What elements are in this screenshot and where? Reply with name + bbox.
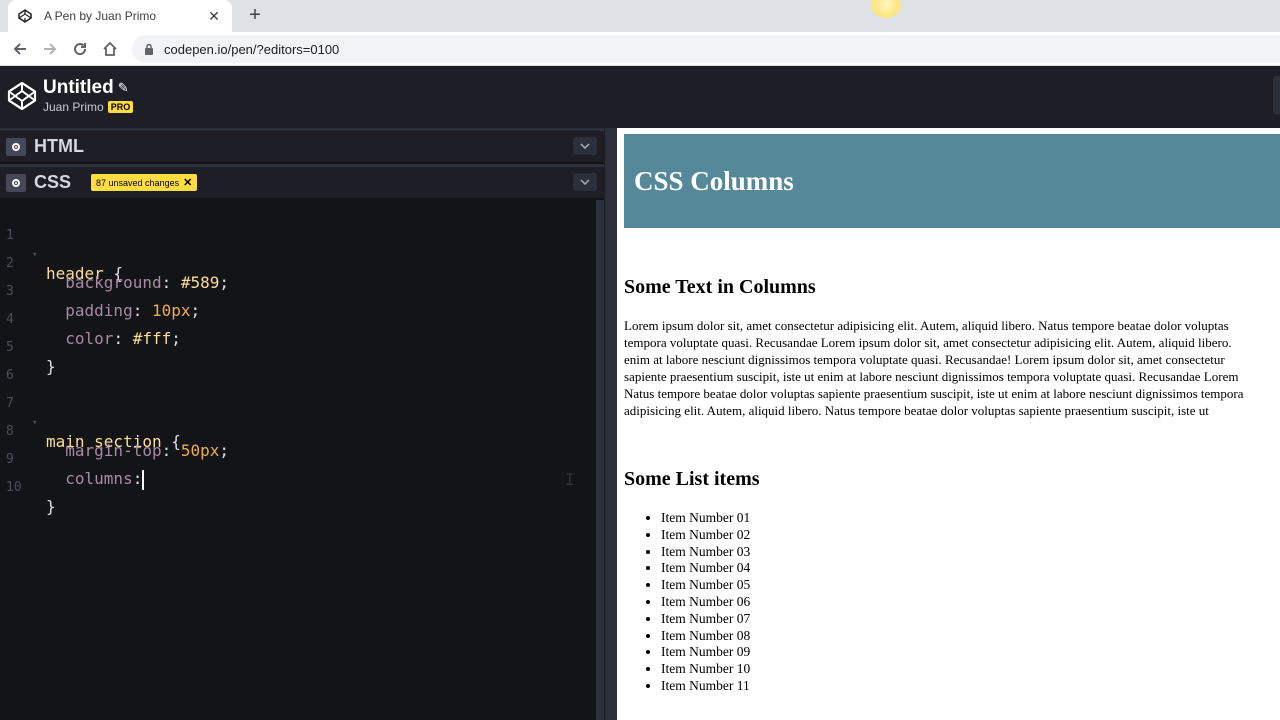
back-button[interactable] [10, 39, 30, 59]
list-item: Item Number 10 [661, 661, 750, 678]
css-editor-header[interactable]: CSS 87 unsaved changes ✕ [0, 164, 604, 198]
gear-icon[interactable] [6, 137, 26, 156]
browser-tab[interactable]: A Pen by Juan Primo ✕ [8, 0, 232, 32]
code-line: 2 background: #589; [0, 231, 596, 292]
home-icon [103, 41, 117, 56]
list-item: Item Number 07 [661, 611, 750, 628]
code-line: 8 margin-top: 50px; [0, 399, 596, 460]
lock-icon [144, 43, 154, 55]
browser-toolbar: codepen.io/pen/?editors=0100 [0, 32, 1280, 66]
html-editor-label: HTML [34, 136, 84, 156]
header-button-partial[interactable] [1273, 76, 1280, 114]
line-number: 10 [6, 480, 22, 495]
list-item: Item Number 05 [661, 577, 750, 594]
list-item: Item Number 08 [661, 628, 750, 645]
css-code-editor[interactable]: 1 ▾ header { 2 background: #589; 3 paddi… [0, 200, 596, 720]
edit-pencil-icon[interactable]: ✎ [118, 80, 129, 96]
code-line: 6 [0, 343, 596, 383]
code-line: 1 ▾ header { [0, 203, 596, 283]
reload-icon [74, 42, 87, 55]
list-item: Item Number 09 [661, 644, 750, 661]
tab-title: A Pen by Juan Primo [44, 9, 157, 23]
paragraph-line: enim at labore nesciunt dignissimos temp… [624, 351, 1225, 367]
paragraph-line: Lorem ipsum dolor sit, amet consectetur … [624, 318, 1229, 333]
panel-resizer[interactable] [604, 128, 617, 720]
paragraph-line: adipisicing elit. Autem, aliquid libero.… [624, 402, 1209, 418]
editor-panel: HTML CSS 87 unsaved changes ✕ 1 ▾ header… [0, 128, 604, 720]
codepen-logo-icon[interactable] [6, 80, 38, 112]
css-editor-label: CSS [34, 172, 72, 192]
close-icon[interactable]: ✕ [183, 176, 192, 189]
pen-title[interactable]: Untitled [43, 77, 114, 99]
preview-header-title: CSS Columns [634, 165, 794, 196]
author-name[interactable]: Juan Primo [43, 100, 104, 114]
pro-badge: PRO [107, 101, 134, 113]
list-item: Item Number 03 [661, 544, 750, 561]
codepen-header: Untitled ✎ Juan Primo PRO [0, 66, 1280, 128]
home-button[interactable] [100, 39, 120, 59]
paragraph-line: Natus tempore beatae dolor voluptas sapi… [624, 385, 1244, 401]
preview-list: Item Number 01 Item Number 02 Item Numbe… [661, 510, 750, 695]
code-line: 5 } [0, 315, 596, 376]
forward-arrow-icon [44, 42, 57, 55]
codepen-favicon-icon [18, 9, 32, 23]
url-text: codepen.io/pen/?editors=0100 [164, 41, 340, 57]
preview-pane: CSS Columns Some Text in Columns Lorem i… [617, 128, 1280, 720]
unsaved-changes-text: 87 unsaved changes [96, 177, 180, 188]
brace-text: } [46, 497, 56, 516]
browser-tabstrip: A Pen by Juan Primo ✕ + [0, 0, 1280, 32]
chevron-down-icon[interactable] [573, 173, 597, 191]
preview-section-heading: Some List items [624, 468, 760, 490]
list-item: Item Number 06 [661, 594, 750, 611]
mouse-ibeam-cursor: I [565, 470, 575, 489]
preview-section-heading: Some Text in Columns [624, 276, 816, 298]
preview-paragraph: Lorem ipsum dolor sit, amet consectetur … [624, 318, 1280, 419]
back-arrow-icon [13, 42, 26, 55]
list-item: Item Number 11 [661, 678, 750, 695]
reload-button[interactable] [70, 39, 90, 59]
forward-button[interactable] [40, 39, 60, 59]
html-editor-header[interactable]: HTML [0, 128, 604, 162]
tab-close-icon[interactable]: ✕ [206, 8, 222, 25]
cursor-highlight [868, 0, 904, 18]
code-line: 9 columns: [0, 427, 596, 490]
preview-header-block: CSS Columns [624, 134, 1280, 228]
paragraph-line: sapiente praesentium suscipit, iste ut e… [624, 368, 1239, 384]
paragraph-line: tempora voluptate quasi. Recusandae Lore… [624, 334, 1232, 350]
chevron-down-icon[interactable] [573, 137, 597, 155]
editor-scrollbar[interactable] [596, 200, 604, 720]
list-item: Item Number 04 [661, 560, 750, 577]
list-item: Item Number 02 [661, 527, 750, 544]
code-line: 4 color: #fff; [0, 287, 596, 348]
new-tab-button[interactable]: + [244, 5, 266, 27]
unsaved-changes-badge[interactable]: 87 unsaved changes ✕ [91, 174, 198, 191]
code-line: 3 padding: 10px; [0, 259, 596, 320]
address-bar[interactable]: codepen.io/pen/?editors=0100 [132, 35, 1280, 63]
list-item: Item Number 01 [661, 510, 750, 527]
code-line: 10 } [0, 455, 596, 516]
code-line: 7 ▾ main section { [0, 371, 596, 451]
gear-icon[interactable] [6, 173, 26, 192]
